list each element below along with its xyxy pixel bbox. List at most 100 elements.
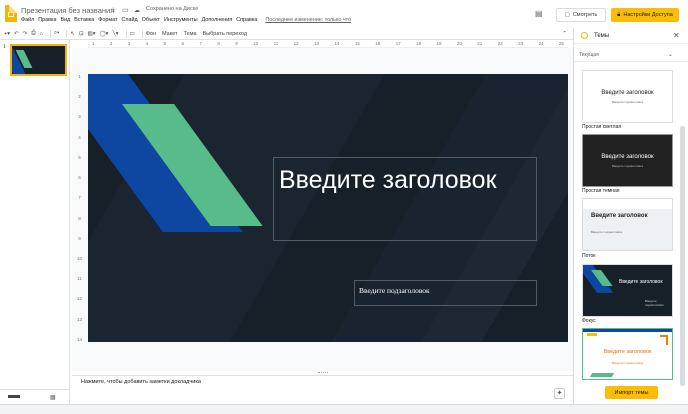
ruler-tick: 8 bbox=[78, 215, 81, 221]
chevron-down-icon[interactable]: ⌄ bbox=[668, 51, 673, 58]
ruler-tick: 6 bbox=[78, 175, 81, 181]
image-icon[interactable]: ▨▾ bbox=[88, 31, 96, 37]
ruler-tick: 22 bbox=[497, 41, 503, 46]
slide-title[interactable]: Введите заголовок bbox=[279, 164, 497, 196]
ruler-tick: 1 bbox=[78, 74, 81, 79]
present-icon: ▢ bbox=[564, 12, 570, 18]
theme-card-streamline[interactable]: Введите заголовок Введите подзаголовок bbox=[582, 198, 673, 251]
ruler-tick: 8 bbox=[217, 41, 220, 46]
ruler-tick: 14 bbox=[334, 41, 340, 46]
menu-help[interactable]: Справка bbox=[236, 17, 257, 23]
slides-logo-icon[interactable] bbox=[5, 5, 17, 22]
undo-icon[interactable]: ↶ bbox=[14, 31, 19, 37]
theme-card-focus[interactable]: Введите заголовок Введите подзаголовок bbox=[582, 264, 673, 317]
ruler-tick: 5 bbox=[163, 41, 167, 46]
lock-icon: 🔒︎ bbox=[617, 11, 621, 18]
ruler-tick: 4 bbox=[78, 134, 81, 140]
explore-icon[interactable]: ✦ bbox=[554, 388, 565, 399]
ruler-tick: 23 bbox=[518, 41, 524, 46]
theme-card-simple-dark[interactable]: Введите заголовок Введите подзаголовок bbox=[582, 134, 673, 187]
slide[interactable]: Введите заголовок Введите подзаголовок bbox=[88, 74, 568, 342]
cloud-saved-icon: ☁ bbox=[134, 8, 140, 14]
redo-icon[interactable]: ↷ bbox=[23, 31, 28, 37]
theme-card-title: Введите заголовок bbox=[603, 349, 652, 355]
notes-resize-handle[interactable] bbox=[318, 372, 328, 374]
ruler-tick: 10 bbox=[76, 255, 82, 261]
grid-view-icon[interactable]: ▦ bbox=[50, 394, 56, 401]
window-bottom-bar bbox=[0, 404, 688, 414]
ruler-tick: 6 bbox=[181, 41, 185, 46]
theme-name: Поток bbox=[582, 253, 596, 259]
slide-subtitle[interactable]: Введите подзаголовок bbox=[359, 286, 430, 295]
document-title[interactable]: Презентация без названия bbox=[21, 6, 114, 15]
filmstrip-divider bbox=[0, 389, 70, 390]
menu-tools[interactable]: Инструменты bbox=[164, 17, 198, 23]
print-icon[interactable]: ⎙ bbox=[31, 30, 35, 37]
current-themes-label[interactable]: Текущая bbox=[579, 52, 599, 58]
ruler-tick: 9 bbox=[235, 41, 238, 46]
menu-edit[interactable]: Правка bbox=[38, 17, 56, 23]
slide-number: 1 bbox=[3, 44, 7, 50]
filmstrip-view-icon[interactable] bbox=[8, 395, 20, 398]
ruler-tick: 12 bbox=[293, 41, 299, 46]
theme-card-title: Введите заголовок bbox=[619, 279, 663, 285]
menu-addons[interactable]: Дополнения bbox=[202, 17, 233, 23]
share-button[interactable]: 🔒︎ Настройки Доступа bbox=[611, 8, 679, 22]
theme-name: Фокус bbox=[582, 318, 596, 324]
ruler-tick: 1 bbox=[92, 41, 95, 46]
themes-panel-title: Темы bbox=[594, 33, 610, 39]
toolbar-divider bbox=[125, 29, 127, 38]
menu-insert[interactable]: Вставка bbox=[74, 17, 94, 23]
ruler-tick: 24 bbox=[538, 41, 544, 46]
comments-icon[interactable]: ▤ bbox=[535, 9, 547, 19]
vertical-ruler[interactable]: 1 2 3 4 5 6 7 8 9 10 11 12 13 14 bbox=[76, 74, 83, 342]
theme-card-subtitle: Введите подзаголовок bbox=[611, 164, 644, 168]
select-icon[interactable]: ↖ bbox=[70, 31, 75, 37]
menu-bar: Файл Правка Вид Вставка Формат Слайд Объ… bbox=[21, 17, 355, 23]
paint-format-icon[interactable]: ⌂ bbox=[40, 31, 43, 37]
ruler-tick: 5 bbox=[78, 154, 81, 160]
move-folder-icon[interactable]: ▭ bbox=[122, 6, 129, 14]
background-button[interactable]: Фон bbox=[146, 31, 156, 37]
new-slide-icon[interactable]: +▾ bbox=[4, 31, 10, 37]
menu-format[interactable]: Формат bbox=[98, 17, 117, 23]
present-button[interactable]: ▢ Смотреть bbox=[556, 8, 606, 22]
close-icon[interactable]: ✕ bbox=[673, 31, 680, 40]
themes-scrollbar[interactable] bbox=[680, 126, 685, 386]
menu-view[interactable]: Вид bbox=[60, 17, 70, 23]
theme-card-shift[interactable]: Введите заголовок Введите подзаголовок bbox=[582, 328, 673, 380]
star-icon[interactable]: ☆ bbox=[110, 6, 116, 14]
zoom-icon[interactable]: ⌕▾ bbox=[54, 30, 59, 37]
theme-button[interactable]: Тема bbox=[184, 31, 197, 37]
share-label: Настройки Доступа bbox=[623, 12, 673, 18]
theme-card-subtitle: Введите подзаголовок bbox=[611, 361, 644, 365]
shape-icon[interactable]: ◯▾ bbox=[100, 31, 109, 37]
ruler-tick: 2 bbox=[78, 94, 81, 100]
present-label: Смотреть bbox=[572, 12, 598, 18]
menu-arrange[interactable]: Объект bbox=[142, 17, 160, 23]
ruler-tick: 21 bbox=[477, 41, 483, 46]
line-icon[interactable]: ╲▾ bbox=[112, 31, 118, 37]
ruler-tick: 11 bbox=[77, 276, 82, 282]
save-status: Сохранено на Диске bbox=[146, 6, 199, 12]
theme-name: Простая темная bbox=[582, 188, 620, 194]
ruler-tick: 3 bbox=[127, 41, 131, 46]
menu-slide[interactable]: Слайд bbox=[121, 17, 137, 23]
slide-thumbnail[interactable] bbox=[10, 44, 67, 76]
theme-name: Простая светлая bbox=[582, 124, 622, 130]
transition-button[interactable]: Выбрать переход bbox=[203, 31, 248, 37]
comment-add-icon[interactable]: ▭ bbox=[130, 31, 135, 37]
theme-card-current[interactable]: Введите заголовок Введите подзаголовок bbox=[582, 70, 673, 123]
ruler-tick: 19 bbox=[436, 41, 442, 46]
ruler-tick: 11 bbox=[273, 41, 279, 46]
speaker-notes[interactable]: Нажмите, чтобы добавить заметки докладчи… bbox=[72, 375, 573, 402]
horizontal-ruler[interactable]: 1 2 3 4 5 6 7 8 9 10 11 12 13 14 15 16 1… bbox=[88, 40, 568, 48]
theme-card-subtitle: Введите подзаголовок bbox=[591, 230, 623, 234]
last-edit-link[interactable]: Последнее изменение: только что bbox=[265, 17, 351, 23]
themes-panel: Темы ✕ Текущая ⌄ Введите заголовок Введи… bbox=[573, 28, 688, 414]
textbox-icon[interactable]: ⊡ bbox=[79, 31, 84, 37]
import-theme-button[interactable]: Импорт темы bbox=[605, 386, 658, 399]
layout-button[interactable]: Макет bbox=[162, 31, 178, 37]
collapse-toolbar-icon[interactable]: ⌃ bbox=[562, 31, 567, 37]
menu-file[interactable]: Файл bbox=[21, 17, 34, 23]
